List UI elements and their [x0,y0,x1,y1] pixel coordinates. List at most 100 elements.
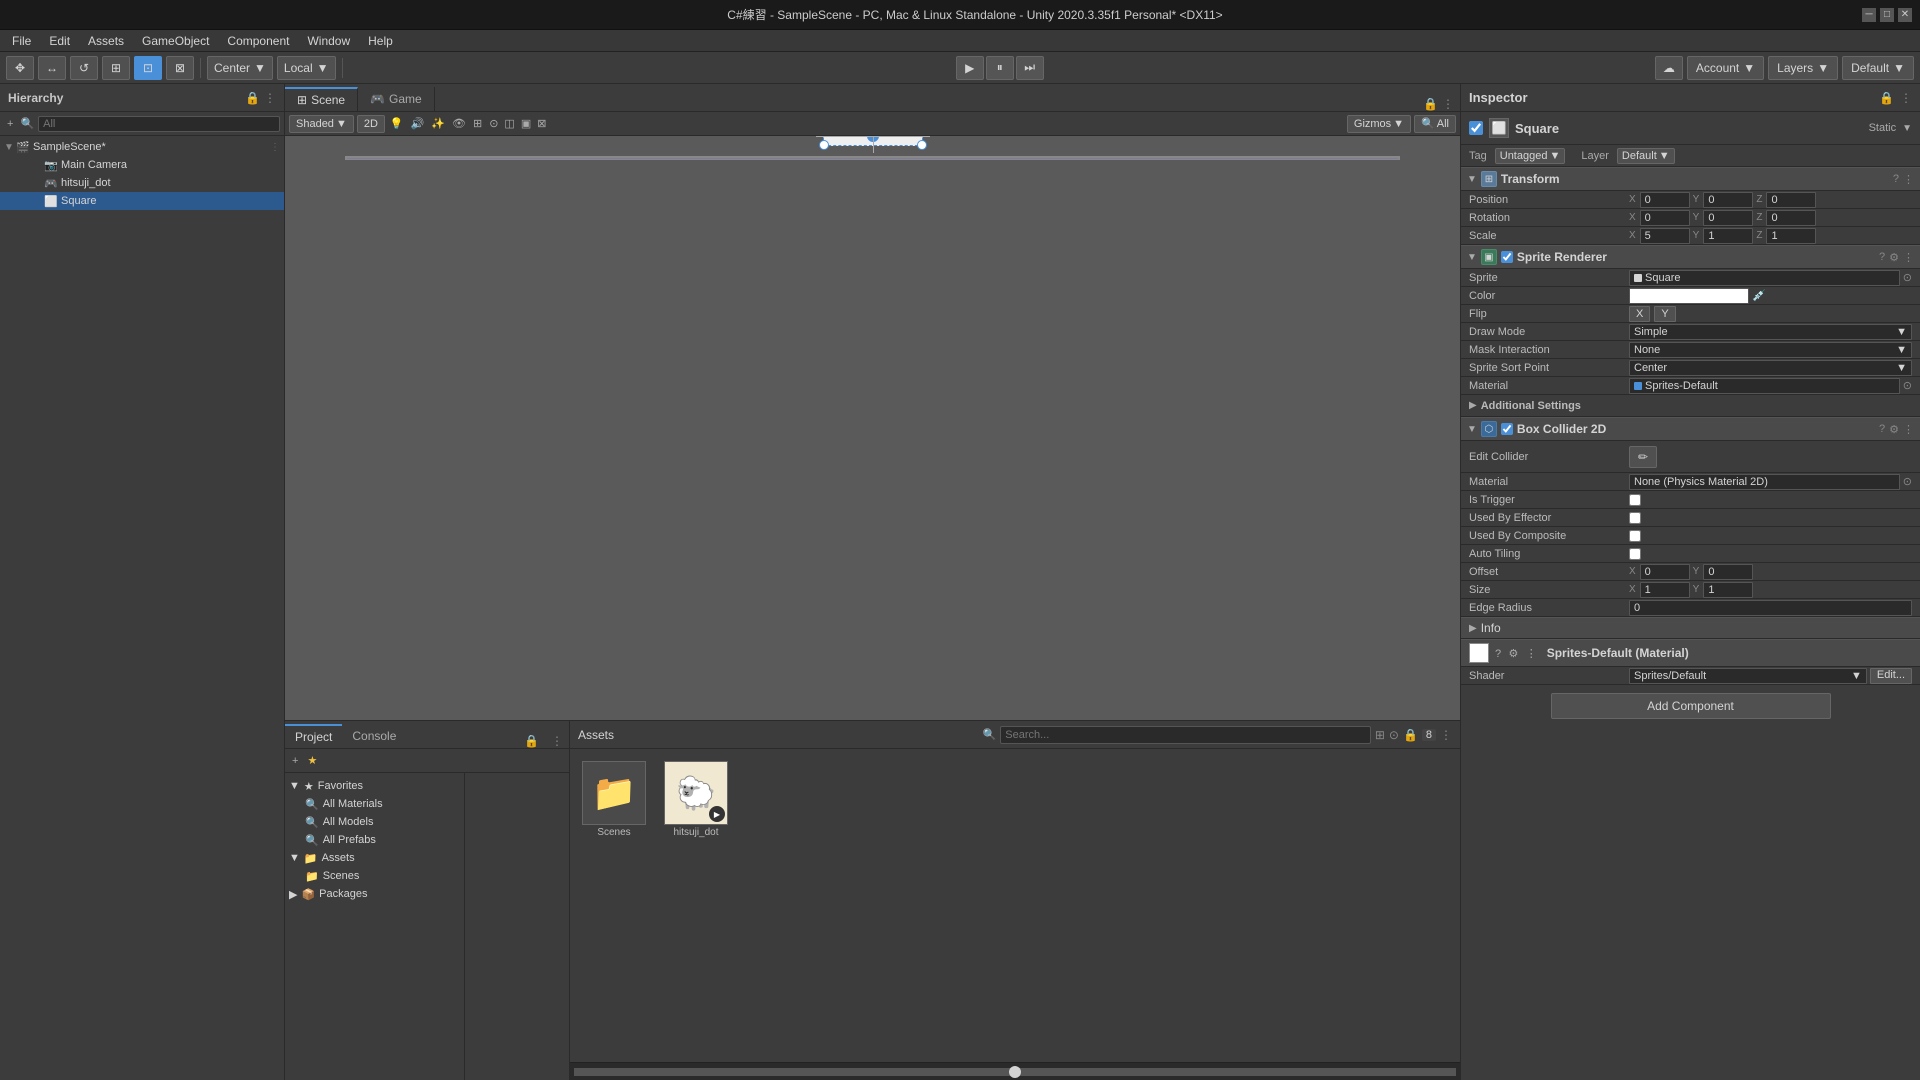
static-arrow-icon[interactable]: ▼ [1902,123,1912,134]
play-button[interactable]: ▶ [956,56,984,80]
grid-icon[interactable]: ⊞ [471,117,484,130]
material-section-menu-icon[interactable]: ⋮ [1526,648,1537,660]
hierarchy-item-square[interactable]: ⬜ Square [0,192,284,210]
tool-rect[interactable]: ⊡ [134,56,162,80]
layer-dropdown[interactable]: Default ▼ [1617,148,1675,164]
pos-z-field[interactable]: 0 [1766,192,1816,208]
close-button[interactable]: ✕ [1898,8,1912,22]
assets-view-icon[interactable]: ⊞ [1375,728,1385,742]
scene-extra-icon1[interactable]: ⊙ [487,117,500,130]
scene-lock-icon[interactable]: 🔒 [1423,97,1438,111]
auto-tiling-checkbox[interactable] [1629,548,1641,560]
gizmos-dropdown[interactable]: Gizmos ▼ [1347,115,1411,133]
hide-icon[interactable]: 👁 [450,117,468,130]
scene-extra-icon4[interactable]: ⊠ [535,117,548,130]
box-collider-settings-icon[interactable]: ⚙ [1889,423,1899,436]
used-by-composite-checkbox[interactable] [1629,530,1641,542]
size-y-field[interactable]: 1 [1703,582,1753,598]
menu-edit[interactable]: Edit [41,31,78,51]
tool-hand[interactable]: ✥ [6,56,34,80]
pos-y-field[interactable]: 0 [1703,192,1753,208]
shader-dropdown[interactable]: Sprites/Default ▼ [1629,668,1867,684]
proj-scenes-folder[interactable]: 📁 Scenes [285,867,464,885]
object-enabled-checkbox[interactable] [1469,121,1483,135]
tool-transform[interactable]: ⊠ [166,56,194,80]
offset-x-field[interactable]: 0 [1640,564,1690,580]
scale-x-field[interactable]: 5 [1640,228,1690,244]
layers-dropdown[interactable]: Layers ▼ [1768,56,1838,80]
pause-button[interactable]: ⏸ [986,56,1014,80]
all-dropdown[interactable]: 🔍 All [1414,115,1456,133]
box-collider-enabled[interactable] [1501,423,1513,435]
tool-rotate[interactable]: ↺ [70,56,98,80]
material-section-settings-icon[interactable]: ⚙ [1508,648,1518,660]
used-by-effector-checkbox[interactable] [1629,512,1641,524]
cloud-icon-btn[interactable]: ☁ [1655,56,1683,80]
tool-move[interactable]: ↔ [38,56,66,80]
material-select-icon[interactable]: ⊙ [1903,379,1912,392]
light-icon[interactable]: 💡 [388,117,406,130]
additional-settings-header[interactable]: ▶ Additional Settings [1461,395,1920,417]
draw-mode-dropdown[interactable]: Simple ▼ [1629,324,1912,340]
handle-br[interactable] [917,140,927,150]
add-component-button[interactable]: Add Component [1551,693,1831,719]
transform-help-icon[interactable]: ? [1893,173,1899,185]
sprite-renderer-help-icon[interactable]: ? [1879,251,1885,263]
physics-material-select-icon[interactable]: ⊙ [1903,475,1912,488]
assets-count-btn[interactable]: 8 [1422,729,1436,741]
scene-extra-icon2[interactable]: ◫ [502,117,516,130]
scene-extra-icon3[interactable]: ▣ [519,117,533,130]
samplescene-menu-icon[interactable]: ⋮ [270,142,280,153]
size-x-field[interactable]: 1 [1640,582,1690,598]
shading-dropdown[interactable]: Shaded ▼ [289,115,354,133]
maximize-button[interactable]: □ [1880,8,1894,22]
shader-edit-btn[interactable]: Edit... [1870,668,1912,684]
hierarchy-item-samplescene[interactable]: ▼ 🎬 SampleScene* ⋮ [0,138,284,156]
assets-scrollbar[interactable] [570,1062,1460,1080]
hierarchy-menu-icon[interactable]: ⋮ [264,91,276,105]
project-lock-icon[interactable]: 🔒 [518,734,545,748]
layout-dropdown[interactable]: Default ▼ [1842,56,1914,80]
offset-y-field[interactable]: 0 [1703,564,1753,580]
menu-gameobject[interactable]: GameObject [134,31,217,51]
scene-view[interactable] [285,136,1460,720]
material-section-help-icon[interactable]: ? [1495,648,1501,660]
sprite-renderer-menu-icon[interactable]: ⋮ [1903,251,1914,264]
rot-y-field[interactable]: 0 [1703,210,1753,226]
edit-collider-btn[interactable]: ✏ [1629,446,1657,468]
2d-button[interactable]: 2D [357,115,385,133]
box-collider-header[interactable]: ▼ ⬡ Box Collider 2D ? ⚙ ⋮ [1461,417,1920,441]
assets-filter-icon[interactable]: ⊙ [1389,728,1399,742]
hierarchy-item-hitsuji[interactable]: 🎮 hitsuji_dot [0,174,284,192]
tab-game[interactable]: 🎮 Game [358,87,435,111]
assets-more-icon[interactable]: ⋮ [1440,728,1452,742]
material-section-header[interactable]: ? ⚙ ⋮ Sprites-Default (Material) [1461,639,1920,667]
inspector-more-icon[interactable]: ⋮ [1900,91,1912,105]
physics-material-field[interactable]: None (Physics Material 2D) [1629,474,1900,490]
box-collider-help-icon[interactable]: ? [1879,423,1885,435]
sprite-field[interactable]: Square [1629,270,1900,286]
edge-radius-field[interactable]: 0 [1629,600,1912,616]
rot-z-field[interactable]: 0 [1766,210,1816,226]
minimize-button[interactable]: ─ [1862,8,1876,22]
asset-item-hitsuji[interactable]: 🐑 ▶ hitsuji_dot [660,757,732,842]
scale-y-field[interactable]: 1 [1703,228,1753,244]
info-header[interactable]: ▶ Info [1461,617,1920,639]
scene-more-icon[interactable]: ⋮ [1442,97,1454,111]
menu-component[interactable]: Component [219,31,297,51]
step-button[interactable]: ⏭ [1016,56,1044,80]
sprite-renderer-enabled[interactable] [1501,251,1513,263]
space-dropdown[interactable]: Local ▼ [277,56,336,80]
menu-window[interactable]: Window [299,31,358,51]
assets-search-input[interactable] [1000,726,1371,744]
project-more-icon[interactable]: ⋮ [545,734,569,748]
inspector-lock-icon[interactable]: 🔒 [1879,91,1894,105]
hierarchy-add-btn[interactable]: + [4,118,16,130]
window-controls[interactable]: ─ □ ✕ [1862,8,1912,22]
audio-icon[interactable]: 🔊 [409,117,427,130]
flip-x-btn[interactable]: X [1629,306,1650,322]
pivot-dropdown[interactable]: Center ▼ [207,56,273,80]
proj-all-models[interactable]: 🔍 All Models [285,813,464,831]
tab-console[interactable]: Console [342,724,406,748]
effects-icon[interactable]: ✨ [429,117,447,130]
